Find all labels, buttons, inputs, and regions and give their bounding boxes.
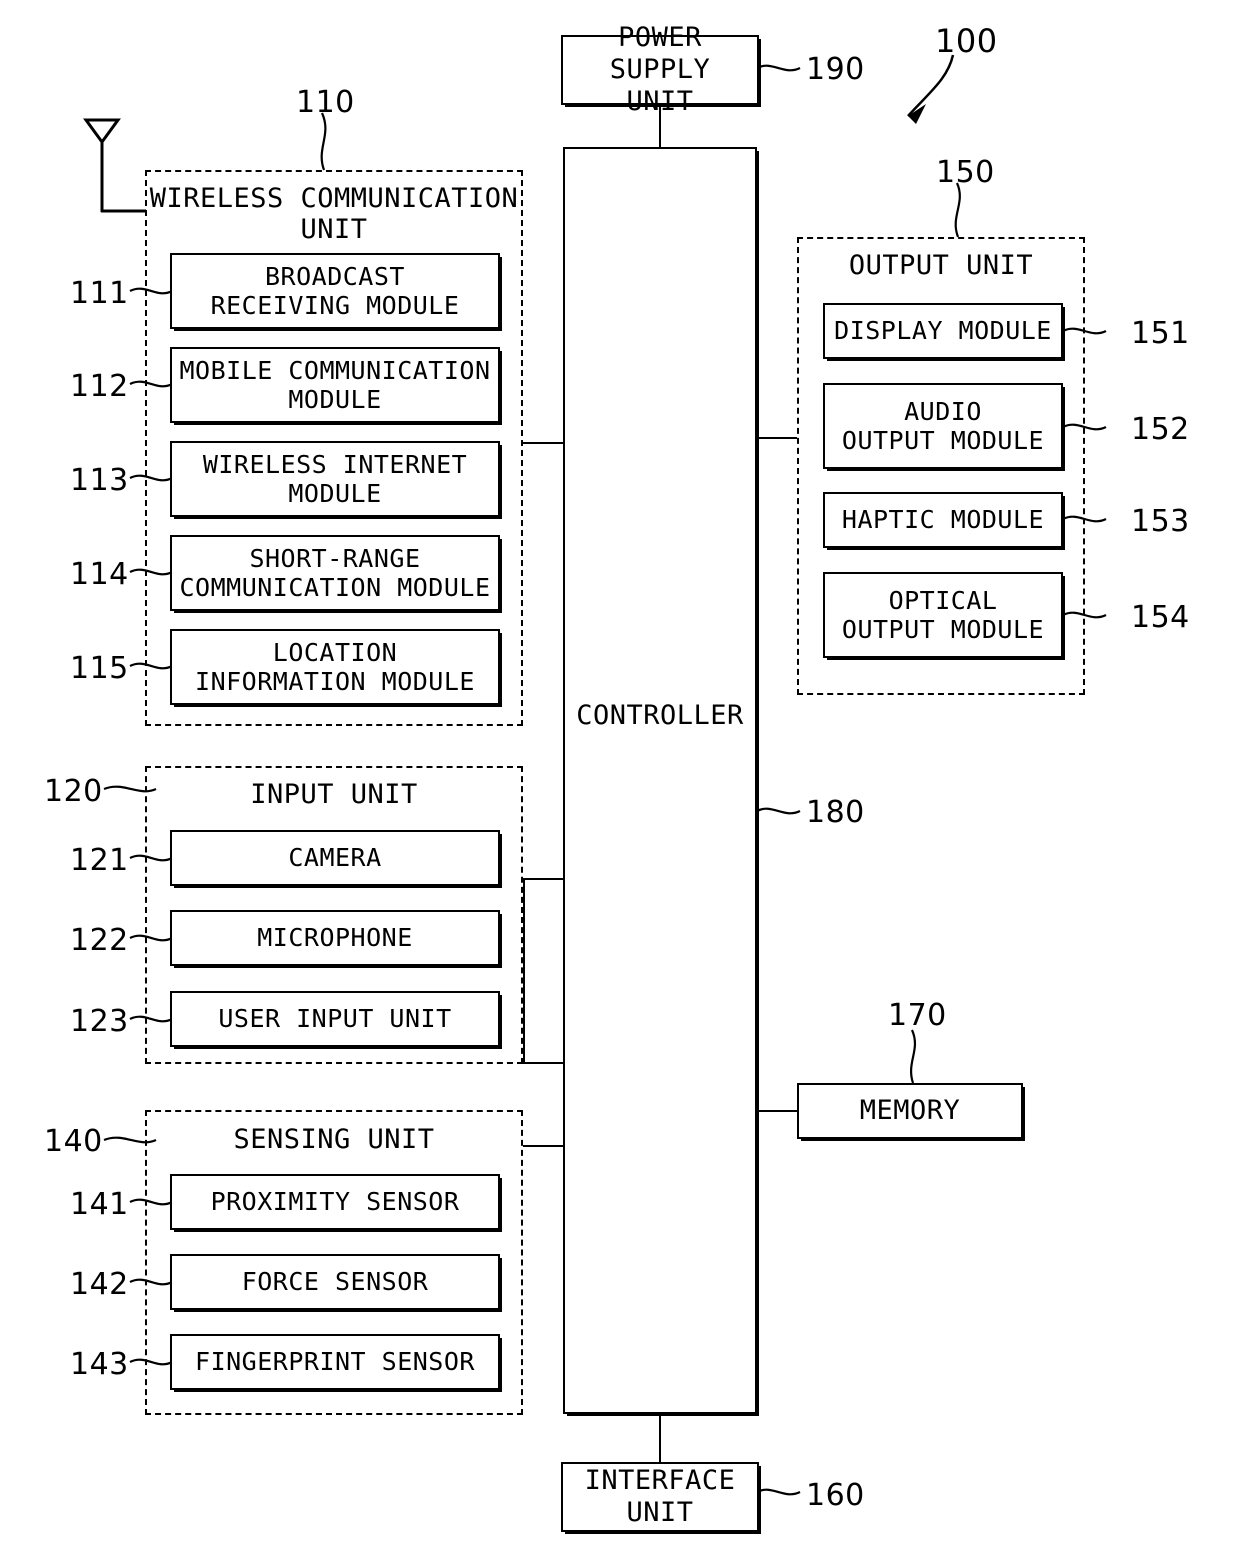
mobile-communication-module-box: MOBILE COMMUNICATION MODULE (170, 347, 500, 423)
optical-output-module-box: OPTICAL OUTPUT MODULE (823, 572, 1063, 658)
short-range-communication-module-box: SHORT-RANGE COMMUNICATION MODULE (170, 535, 500, 611)
controller-label: CONTROLLER (576, 700, 744, 731)
ref-140: 140 (44, 1124, 103, 1159)
audio-output-module-box: AUDIO OUTPUT MODULE (823, 383, 1063, 469)
connector-sensing-stub (523, 1145, 563, 1147)
camera-box: CAMERA (170, 830, 500, 886)
ref-151: 151 (1131, 316, 1190, 351)
ref-122: 122 (70, 923, 129, 958)
sensing-unit-title: SENSING UNIT (233, 1124, 435, 1155)
connector-controller-memory (757, 1110, 799, 1112)
ref-153: 153 (1131, 504, 1190, 539)
ref-111: 111 (70, 276, 129, 311)
ref-115: 115 (70, 651, 129, 686)
ref-121: 121 (70, 843, 129, 878)
patent-figure-canvas: POWER SUPPLY UNIT 190 100 CONTROLLER 180… (0, 0, 1240, 1557)
connector-input-bottom (523, 1062, 563, 1064)
broadcast-receiving-module-box: BROADCAST RECEIVING MODULE (170, 253, 500, 329)
ref-112: 112 (70, 369, 129, 404)
ref-170: 170 (888, 998, 947, 1033)
location-information-module-box: LOCATION INFORMATION MODULE (170, 629, 500, 705)
antenna-icon (83, 118, 146, 213)
display-module-box: DISPLAY MODULE (823, 303, 1063, 359)
ref-113: 113 (70, 463, 129, 498)
input-unit-title: INPUT UNIT (250, 779, 418, 810)
proximity-sensor-box: PROXIMITY SENSOR (170, 1174, 500, 1230)
connector-input-vert (523, 878, 525, 1064)
ref-100: 100 (935, 22, 998, 60)
ref-143: 143 (70, 1347, 129, 1382)
ref-120: 120 (44, 774, 103, 809)
ref-160: 160 (806, 1478, 865, 1513)
ref-152: 152 (1131, 412, 1190, 447)
connector-wireless-vert (523, 442, 525, 444)
haptic-module-box: HAPTIC MODULE (823, 492, 1063, 548)
microphone-box: MICROPHONE (170, 910, 500, 966)
connector-input-top (523, 878, 563, 880)
ref-123: 123 (70, 1004, 129, 1039)
ref-180: 180 (806, 795, 865, 830)
wireless-communication-unit-title: WIRELESS COMMUNICATION UNIT (149, 183, 519, 246)
ref-142: 142 (70, 1267, 129, 1302)
memory-box: MEMORY (797, 1083, 1023, 1139)
ref-141: 141 (70, 1187, 129, 1222)
controller-box (563, 147, 757, 1414)
fingerprint-sensor-box: FINGERPRINT SENSOR (170, 1334, 500, 1390)
wireless-internet-module-box: WIRELESS INTERNET MODULE (170, 441, 500, 517)
ref-190: 190 (806, 52, 865, 87)
connector-wireless-stub (523, 442, 563, 444)
ref-150: 150 (936, 155, 995, 190)
ref-154: 154 (1131, 600, 1190, 635)
power-supply-unit-box: POWER SUPPLY UNIT (561, 22, 759, 117)
output-unit-title: OUTPUT UNIT (848, 250, 1034, 281)
user-input-unit-box: USER INPUT UNIT (170, 991, 500, 1047)
force-sensor-box: FORCE SENSOR (170, 1254, 500, 1310)
interface-unit-box: INTERFACE UNIT (561, 1462, 759, 1532)
ref-110: 110 (296, 85, 355, 120)
connector-output-stub (757, 437, 797, 439)
ref-114: 114 (70, 557, 129, 592)
connector-controller-interface (659, 1414, 661, 1462)
